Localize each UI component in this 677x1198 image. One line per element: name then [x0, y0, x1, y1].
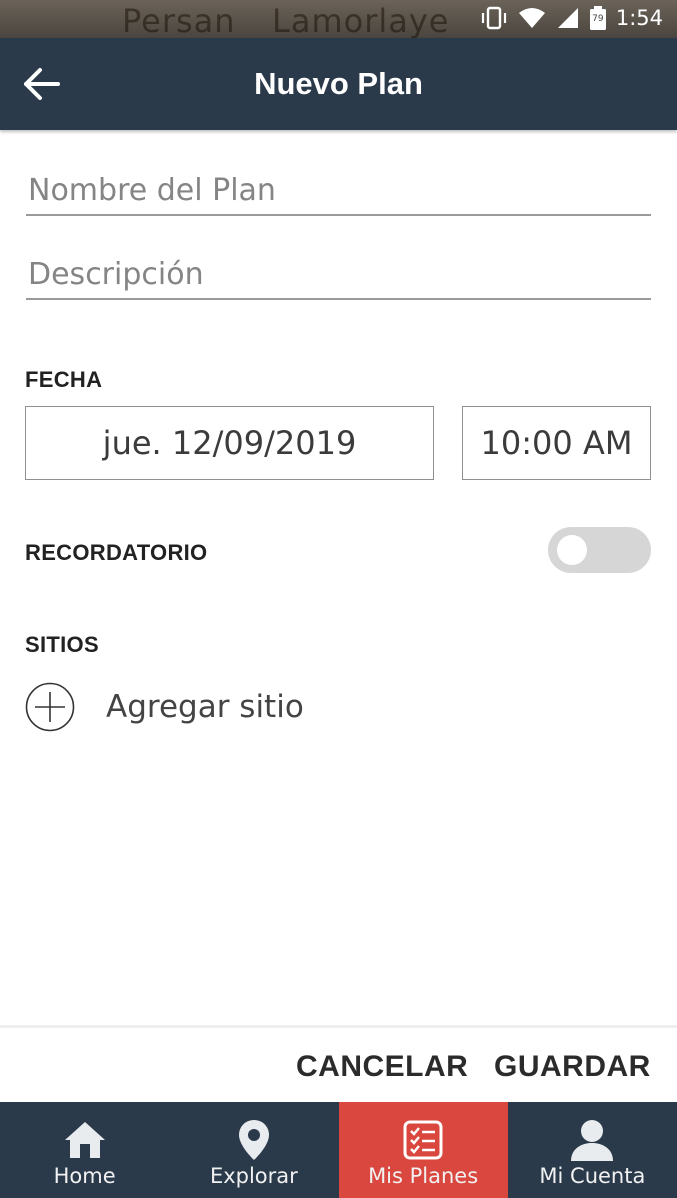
plus-circle-icon	[25, 682, 75, 732]
status-icons: 79 1:54	[480, 6, 663, 30]
cancel-button[interactable]: CANCELAR	[296, 1050, 468, 1084]
bottom-nav: Home Explorar Mis Planes Mi Cuenta	[0, 1102, 677, 1198]
battery-level: 79	[592, 14, 604, 24]
add-site-label: Agregar sitio	[106, 689, 304, 725]
time-picker[interactable]: 10:00 AM	[462, 406, 651, 480]
cell-signal-icon	[557, 8, 578, 28]
nav-item-home[interactable]: Home	[0, 1102, 169, 1198]
battery-icon: 79	[589, 6, 606, 30]
vibrate-icon	[481, 6, 506, 30]
checklist-icon	[403, 1120, 443, 1160]
nav-label: Mi Cuenta	[539, 1164, 646, 1188]
date-section-label: FECHA	[25, 367, 103, 392]
wifi-icon	[518, 8, 545, 28]
action-bar: CANCELAR GUARDAR	[0, 1025, 677, 1102]
date-picker[interactable]: jue. 12/09/2019	[25, 406, 434, 480]
status-time: 1:54	[615, 6, 663, 30]
app-bar: Nuevo Plan	[0, 38, 677, 130]
plan-name-input[interactable]	[26, 166, 651, 216]
add-site-button[interactable]: Agregar sitio	[25, 682, 304, 732]
status-bar: Persan Lamorlaye 79 1:54	[0, 0, 677, 40]
nav-item-explorar[interactable]: Explorar	[169, 1102, 338, 1198]
home-icon	[64, 1122, 105, 1158]
reminder-label: RECORDATORIO	[25, 540, 208, 565]
sites-section-label: SITIOS	[25, 632, 99, 657]
nav-label: Mis Planes	[368, 1164, 479, 1188]
background-text: Persan	[122, 2, 236, 40]
page-title: Nuevo Plan	[254, 66, 423, 101]
nav-label: Home	[53, 1164, 116, 1188]
toggle-knob	[557, 535, 587, 565]
nav-item-mi-cuenta[interactable]: Mi Cuenta	[508, 1102, 677, 1198]
user-icon	[571, 1120, 614, 1161]
save-button[interactable]: GUARDAR	[494, 1050, 651, 1084]
location-pin-icon	[238, 1120, 269, 1160]
background-text: Lamorlaye	[272, 2, 450, 40]
description-input[interactable]	[26, 250, 651, 300]
nav-label: Explorar	[209, 1164, 298, 1188]
reminder-toggle[interactable]	[548, 527, 651, 573]
nav-item-mis-planes[interactable]: Mis Planes	[338, 1102, 508, 1198]
